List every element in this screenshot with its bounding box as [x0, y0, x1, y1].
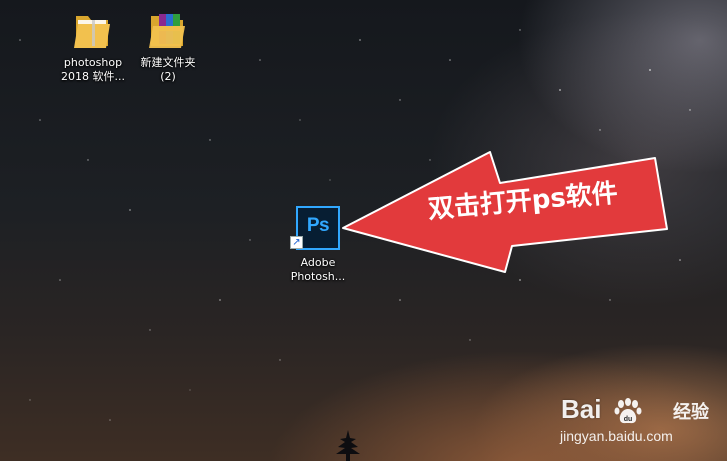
watermark-baidu-text: Bai — [561, 394, 602, 424]
callout-arrow — [342, 151, 668, 273]
svg-text:du: du — [624, 416, 633, 423]
baidu-paw-icon: du — [614, 398, 642, 424]
watermark-jingyan-text: 经验 — [673, 402, 709, 423]
watermark-url: jingyan.baidu.com — [560, 428, 673, 444]
